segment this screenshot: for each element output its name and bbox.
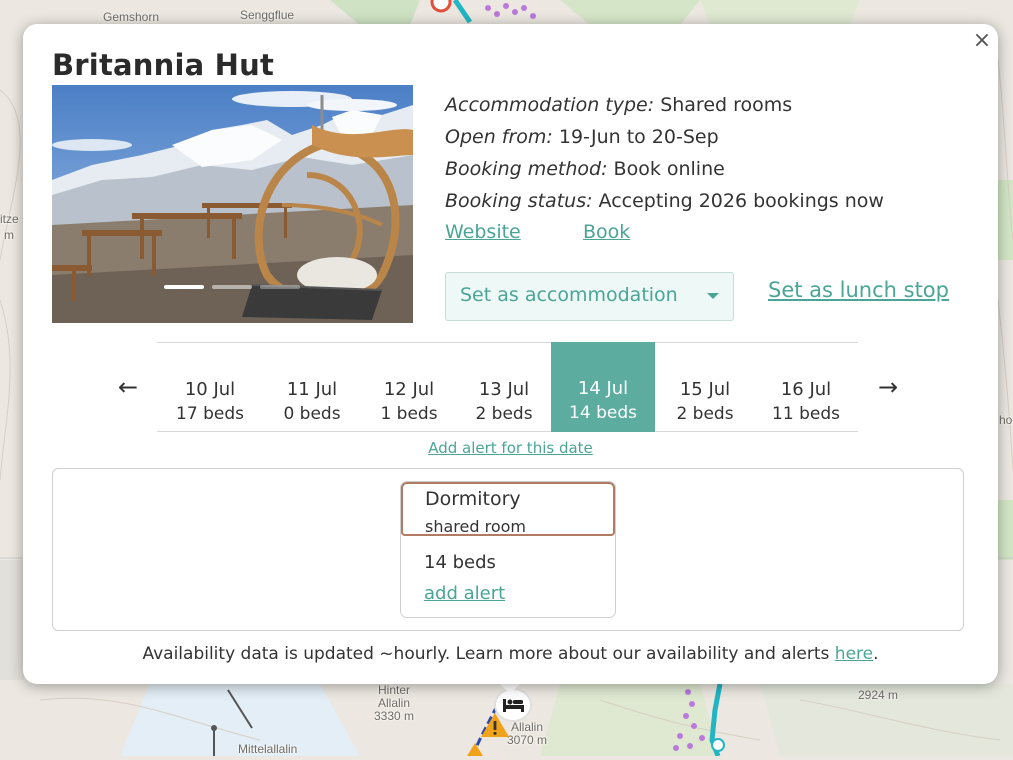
date-cell[interactable]: 13 Jul 2 beds [457,343,551,431]
date-beds: 0 beds [283,404,341,424]
map-label-elevation: 2924 m [858,688,899,702]
hut-popup: × Britannia Hut Accommodation type: Shar… [23,24,998,684]
date-cell[interactable]: 11 Jul 0 beds [263,343,361,431]
map-label-mittelallalin: Mittelallalin [238,742,298,756]
booking-method-line: Booking method: Book online [445,158,725,180]
set-lunch-stop-link[interactable]: Set as lunch stop [768,278,949,302]
booking-method-label: Booking method: [445,158,608,180]
carousel-dot-active[interactable] [164,285,204,289]
arrow-right-icon: → [877,373,899,401]
date-cell[interactable]: 10 Jul 17 beds [157,343,263,431]
date-beds: 17 beds [176,404,244,424]
prev-dates-button[interactable]: ← [115,373,141,401]
map-label-senggflue: Senggflue [240,8,295,22]
accommodation-select-value: Set as accommodation [460,284,678,306]
chevron-down-icon [707,293,719,299]
popup-pointer [499,683,521,694]
add-alert-for-date-link[interactable]: Add alert for this date [428,439,593,457]
add-date-alert-row: Add alert for this date [23,439,998,457]
date-cell[interactable]: 15 Jul 2 beds [655,343,755,431]
booking-status-value: Accepting 2026 bookings now [598,190,884,212]
open-from-label: Open from: [445,126,553,148]
rooms-panel: Dormitory shared room 14 beds add alert [52,468,964,631]
accommodation-type-value: Shared rooms [660,94,793,116]
date-day: 15 Jul [679,379,731,400]
availability-note-end: . [873,644,879,664]
map-label-m: m [4,228,14,242]
room-name: Dormitory [425,488,521,510]
date-day: 14 Jul [577,378,629,399]
date-cell-selected[interactable]: 14 Jul 14 beds [551,342,655,432]
map-label-ho: ho [999,413,1013,427]
date-cell[interactable]: 12 Jul 1 beds [361,343,457,431]
carousel-dot[interactable] [260,285,300,289]
map-label-hinter-allalin: Hinter Allalin 3330 m [374,683,415,723]
date-beds: 11 beds [772,404,840,424]
date-beds: 2 beds [676,404,734,424]
date-beds: 1 beds [380,404,438,424]
date-day: 10 Jul [184,379,236,400]
booking-status-label: Booking status: [445,190,593,212]
date-cell[interactable]: 16 Jul 11 beds [755,343,857,431]
date-beds: 14 beds [569,403,637,423]
room-type: shared room [425,517,526,536]
availability-note: Availability data is updated ~hourly. Le… [23,644,998,664]
booking-method-value: Book online [613,158,725,180]
book-link[interactable]: Book [583,221,630,243]
hut-title: Britannia Hut [52,48,275,82]
open-from-value: 19-Jun to 20-Sep [558,126,719,148]
room-header[interactable]: Dormitory shared room [401,482,615,536]
room-card: Dormitory shared room 14 beds add alert [400,481,616,618]
date-day: 12 Jul [383,379,435,400]
open-dates-line: Open from: 19-Jun to 20-Sep [445,126,719,148]
learn-more-link[interactable]: here [835,644,873,664]
close-button[interactable]: × [971,30,993,52]
carousel-dot[interactable] [212,285,252,289]
next-dates-button[interactable]: → [875,373,901,401]
map-label-gemshorn: Gemshorn [103,10,160,24]
availability-note-text: Availability data is updated ~hourly. Le… [142,644,835,664]
accommodation-type-label: Accommodation type: [445,94,655,116]
date-availability-strip: 10 Jul 17 beds 11 Jul 0 beds 12 Jul 1 be… [157,342,858,432]
accommodation-select[interactable]: Set as accommodation [445,272,734,321]
add-room-alert-link[interactable]: add alert [424,583,505,604]
accommodation-type-line: Accommodation type: Shared rooms [445,94,792,116]
date-day: 11 Jul [286,379,338,400]
arrow-left-icon: ← [117,373,139,401]
map-label-itze: itze [0,212,19,226]
map-label-allalin: Allalin 3070 m [507,720,548,747]
date-day: 16 Jul [780,379,832,400]
warning-icon[interactable] [466,742,484,756]
warning-icon[interactable] [480,712,510,738]
date-day: 13 Jul [478,379,530,400]
date-beds: 2 beds [475,404,533,424]
hut-photo[interactable] [52,85,413,323]
website-link[interactable]: Website [445,221,521,243]
booking-status-line: Booking status: Accepting 2026 bookings … [445,190,884,212]
room-beds-count: 14 beds [424,552,496,573]
